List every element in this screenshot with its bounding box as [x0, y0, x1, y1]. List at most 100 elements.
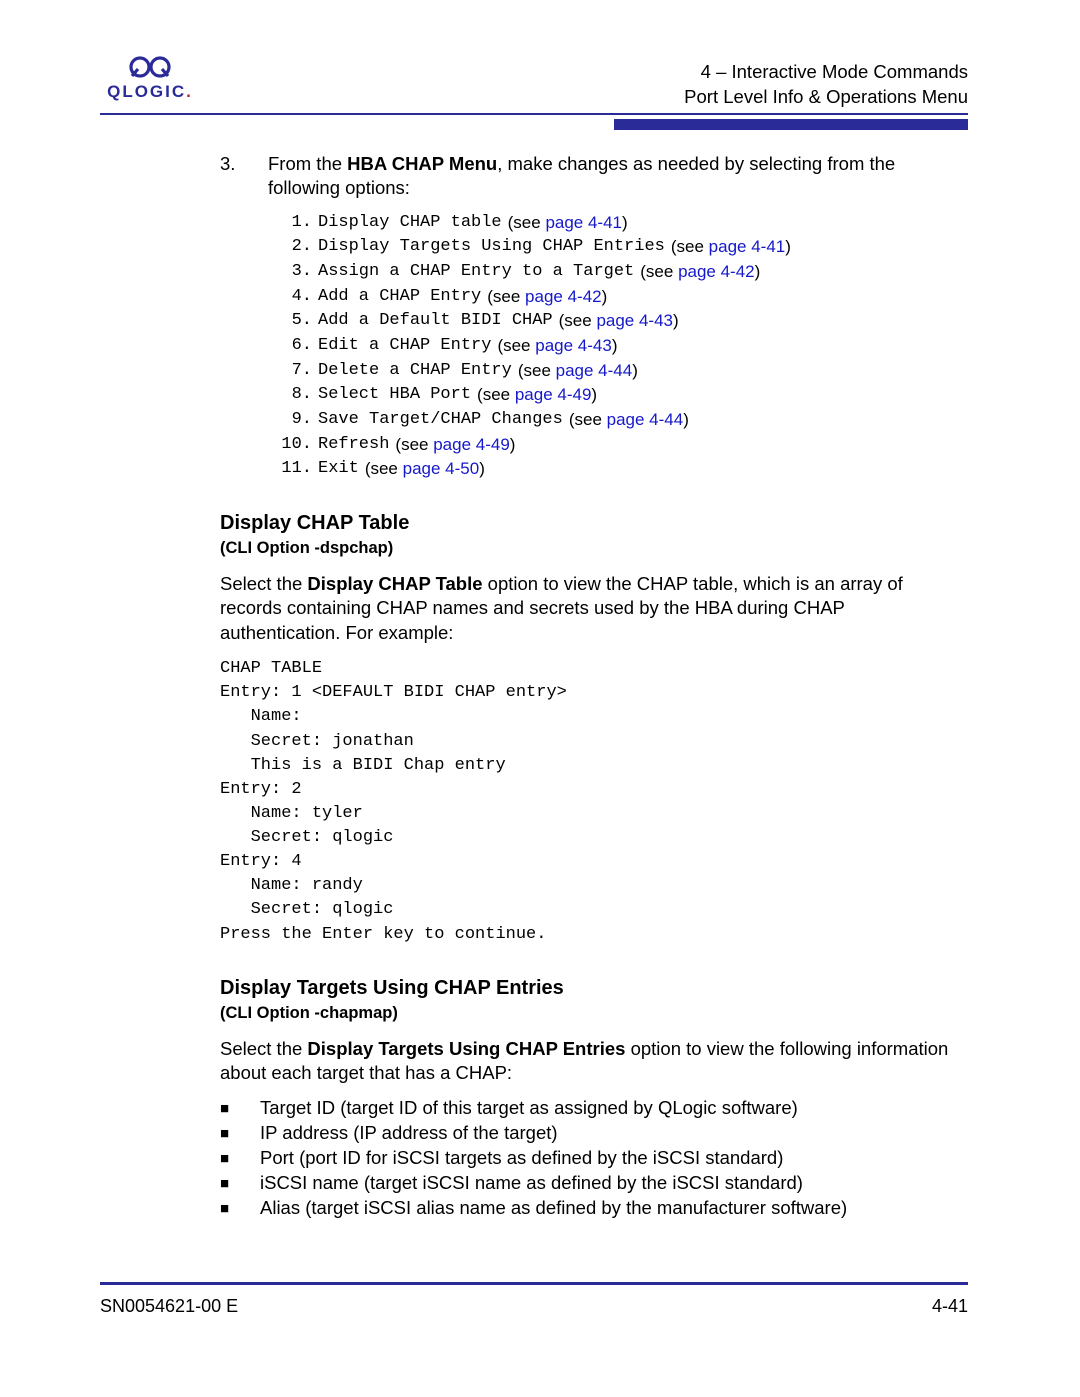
- section-display-targets-subtitle: (CLI Option -chapmap): [220, 1003, 968, 1025]
- page-link[interactable]: page 4-50: [403, 459, 480, 478]
- sec2-bold: Display Targets Using CHAP Entries: [307, 1038, 625, 1059]
- bullet-text: iSCSI name (target iSCSI name as defined…: [260, 1171, 803, 1196]
- menu-item-tail: (see page 4-42): [640, 260, 760, 285]
- menu-item-tail: (see page 4-44): [569, 408, 689, 433]
- step3-bold: HBA CHAP Menu: [347, 153, 497, 174]
- menu-item-number: 9.: [268, 408, 318, 433]
- menu-item: 5.Add a Default BIDI CHAP (see page 4-43…: [268, 309, 968, 334]
- menu-item-number: 2.: [268, 235, 318, 260]
- menu-item-number: 1.: [268, 211, 318, 236]
- bullet-icon: ■: [220, 1171, 234, 1196]
- end-paren: ): [622, 213, 628, 232]
- menu-item-number: 7.: [268, 359, 318, 384]
- page-link[interactable]: page 4-49: [515, 385, 592, 404]
- footer: SN0054621-00 E 4-41: [100, 1296, 968, 1317]
- menu-item: 9.Save Target/CHAP Changes (see page 4-4…: [268, 408, 968, 433]
- menu-item: 8.Select HBA Port (see page 4-49): [268, 383, 968, 408]
- header-bars: [100, 113, 968, 130]
- see-text: (see: [671, 237, 709, 256]
- sec1-bold: Display CHAP Table: [307, 573, 482, 594]
- menu-item-label: Delete a CHAP Entry: [318, 359, 512, 384]
- end-paren: ): [632, 361, 638, 380]
- logo-text: QLOGIC: [107, 82, 186, 101]
- page-link[interactable]: page 4-43: [535, 336, 612, 355]
- footer-right: 4-41: [932, 1296, 968, 1317]
- menu-item-label: Exit: [318, 457, 359, 482]
- end-paren: ): [673, 311, 679, 330]
- menu-item-label: Assign a CHAP Entry to a Target: [318, 260, 634, 285]
- end-paren: ): [755, 262, 761, 281]
- bullet-text: Alias (target iSCSI alias name as define…: [260, 1196, 847, 1221]
- page-link[interactable]: page 4-44: [556, 361, 633, 380]
- header-line-2: Port Level Info & Operations Menu: [684, 85, 968, 110]
- menu-item: 4.Add a CHAP Entry (see page 4-42): [268, 285, 968, 310]
- menu-item-label: Display Targets Using CHAP Entries: [318, 235, 665, 260]
- list-item: ■Target ID (target ID of this target as …: [220, 1096, 968, 1121]
- hba-chap-menu-list: 1.Display CHAP table (see page 4-41) 2.D…: [268, 211, 968, 482]
- end-paren: ): [683, 410, 689, 429]
- end-paren: ): [479, 459, 485, 478]
- header-right: 4 – Interactive Mode Commands Port Level…: [684, 60, 968, 110]
- step-number: 3.: [220, 152, 244, 482]
- end-paren: ): [612, 336, 618, 355]
- menu-item-label: Display CHAP table: [318, 211, 502, 236]
- section-display-targets-para: Select the Display Targets Using CHAP En…: [220, 1037, 968, 1086]
- see-text: (see: [395, 435, 433, 454]
- menu-item-label: Select HBA Port: [318, 383, 471, 408]
- footer-rule: [100, 1282, 968, 1285]
- bullet-icon: ■: [220, 1096, 234, 1121]
- menu-item-label: Edit a CHAP Entry: [318, 334, 491, 359]
- chap-table-output: CHAP TABLE Entry: 1 <DEFAULT BIDI CHAP e…: [220, 657, 968, 947]
- section-display-chap-table-para: Select the Display CHAP Table option to …: [220, 572, 968, 645]
- page-link[interactable]: page 4-43: [596, 311, 673, 330]
- menu-item-tail: (see page 4-50): [365, 457, 485, 482]
- section-display-targets-title: Display Targets Using CHAP Entries: [220, 975, 968, 1001]
- menu-item-number: 11.: [268, 457, 318, 482]
- page-link[interactable]: page 4-41: [709, 237, 786, 256]
- page-link[interactable]: page 4-44: [607, 410, 684, 429]
- end-paren: ): [591, 385, 597, 404]
- see-text: (see: [640, 262, 678, 281]
- menu-item-label: Add a CHAP Entry: [318, 285, 481, 310]
- menu-item-label: Refresh: [318, 433, 389, 458]
- menu-item: 7.Delete a CHAP Entry (see page 4-44): [268, 359, 968, 384]
- page-link[interactable]: page 4-41: [545, 213, 622, 232]
- step-3: 3. From the HBA CHAP Menu, make changes …: [220, 152, 968, 482]
- see-text: (see: [477, 385, 515, 404]
- see-text: (see: [569, 410, 607, 429]
- menu-item: 1.Display CHAP table (see page 4-41): [268, 211, 968, 236]
- menu-item-tail: (see page 4-49): [477, 383, 597, 408]
- page-link[interactable]: page 4-42: [678, 262, 755, 281]
- menu-item: 10.Refresh (see page 4-49): [268, 433, 968, 458]
- bullet-icon: ■: [220, 1146, 234, 1171]
- step3-pre: From the: [268, 153, 347, 174]
- page-link[interactable]: page 4-49: [433, 435, 510, 454]
- menu-item-label: Save Target/CHAP Changes: [318, 408, 563, 433]
- menu-item: 6.Edit a CHAP Entry (see page 4-43): [268, 334, 968, 359]
- section-display-chap-table-title: Display CHAP Table: [220, 510, 968, 536]
- end-paren: ): [602, 287, 608, 306]
- sec1-pre: Select the: [220, 573, 307, 594]
- see-text: (see: [365, 459, 403, 478]
- end-paren: ): [510, 435, 516, 454]
- footer-left: SN0054621-00 E: [100, 1296, 238, 1317]
- page-link[interactable]: page 4-42: [525, 287, 602, 306]
- bullet-icon: ■: [220, 1121, 234, 1146]
- menu-item: 3.Assign a CHAP Entry to a Target (see p…: [268, 260, 968, 285]
- see-text: (see: [518, 361, 556, 380]
- header-line-1: 4 – Interactive Mode Commands: [684, 60, 968, 85]
- menu-item-number: 5.: [268, 309, 318, 334]
- sec2-pre: Select the: [220, 1038, 307, 1059]
- menu-item: 2.Display Targets Using CHAP Entries (se…: [268, 235, 968, 260]
- menu-item-tail: (see page 4-44): [518, 359, 638, 384]
- end-paren: ): [785, 237, 791, 256]
- list-item: ■ iSCSI name (target iSCSI name as define…: [220, 1171, 968, 1196]
- brand-logo: QLOGIC.: [100, 54, 200, 102]
- see-text: (see: [508, 213, 546, 232]
- menu-item: 11.Exit (see page 4-50): [268, 457, 968, 482]
- menu-item-tail: (see page 4-42): [487, 285, 607, 310]
- section-display-chap-table-subtitle: (CLI Option -dspchap): [220, 538, 968, 560]
- list-item: ■IP address (IP address of the target): [220, 1121, 968, 1146]
- menu-item-tail: (see page 4-43): [559, 309, 679, 334]
- see-text: (see: [487, 287, 525, 306]
